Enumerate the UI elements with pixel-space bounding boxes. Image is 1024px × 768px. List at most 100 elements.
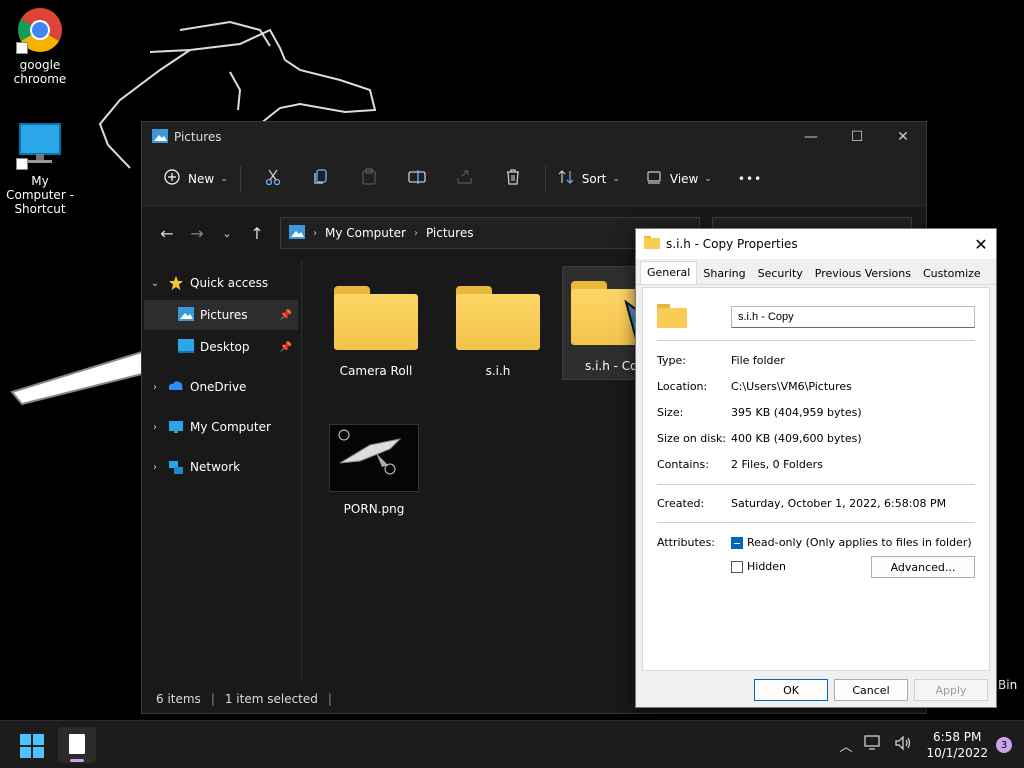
tab-customize[interactable]: Customize (917, 263, 987, 284)
cut-button[interactable] (249, 163, 297, 195)
size-on-disk-value: 400 KB (409,600 bytes) (731, 432, 862, 445)
status-divider: | (210, 692, 215, 706)
divider (657, 340, 975, 341)
trash-icon (504, 168, 522, 189)
pictures-folder-icon (289, 224, 305, 242)
nav-my-computer[interactable]: › My Computer (148, 412, 298, 442)
more-options-button[interactable]: ••• (734, 163, 766, 195)
back-button[interactable]: ← (152, 218, 182, 248)
view-button[interactable]: View ⌄ (642, 163, 716, 195)
tab-previous-versions[interactable]: Previous Versions (809, 263, 917, 284)
ok-button[interactable]: OK (754, 679, 828, 701)
pin-icon: 📌 (279, 341, 292, 353)
breadcrumb-pictures[interactable]: Pictures (426, 226, 474, 240)
rename-button[interactable] (393, 163, 441, 195)
created-value: Saturday, October 1, 2022, 6:58:08 PM (731, 497, 947, 510)
chevron-right-icon: › (153, 421, 157, 433)
chevron-right-icon: › (313, 227, 317, 239)
close-button[interactable]: ✕ (880, 122, 926, 152)
minimize-button[interactable]: — (788, 122, 834, 152)
folder-icon (657, 304, 687, 331)
nav-network[interactable]: › Network (148, 452, 298, 482)
taskbar-app-notepad[interactable] (58, 727, 96, 763)
toolbar-divider (544, 165, 546, 192)
nav-label: My Computer (190, 420, 271, 434)
window-title: Pictures (174, 130, 222, 144)
recycle-bin-label[interactable]: Bin (998, 678, 1017, 692)
general-tab-panel: Type: File folder Location: C:\Users\VM6… (642, 287, 990, 671)
explorer-titlebar[interactable]: Pictures — ☐ ✕ (142, 122, 926, 152)
desktop-icon-label: My Computer - Shortcut (6, 174, 74, 216)
tab-general[interactable]: General (640, 261, 698, 284)
hidden-checkbox[interactable]: Hidden (731, 560, 786, 573)
status-divider: | (327, 692, 332, 706)
dialog-titlebar[interactable]: s.i.h - Copy Properties ✕ (636, 229, 996, 259)
folder-icon (334, 286, 418, 350)
chevron-down-icon: ⌄ (704, 173, 712, 184)
nav-pictures[interactable]: Pictures 📌 (144, 300, 298, 330)
arrow-right-icon: → (190, 223, 204, 243)
copy-icon (312, 168, 330, 189)
notification-badge[interactable]: 3 (996, 737, 1012, 753)
desktop-folder-icon (178, 339, 194, 355)
sort-button[interactable]: Sort ⌄ (554, 163, 624, 195)
pin-icon: 📌 (279, 309, 292, 321)
file-name: s.i.h (485, 364, 511, 378)
clock-date: 10/1/2022 (926, 746, 988, 760)
clipboard-icon (360, 168, 378, 189)
arrow-up-icon: ↑ (250, 223, 264, 243)
selection-count: 1 item selected (224, 692, 318, 706)
chevron-right-icon: › (153, 381, 157, 393)
size-on-disk-label: Size on disk: (657, 432, 727, 445)
tab-sharing[interactable]: Sharing (697, 263, 751, 284)
breadcrumb-my-computer[interactable]: My Computer (325, 226, 406, 240)
properties-dialog: s.i.h - Copy Properties ✕ General Sharin… (635, 228, 997, 708)
pictures-folder-icon (152, 128, 168, 146)
readonly-label: Read-only (Only applies to files in fold… (747, 536, 972, 549)
file-item-camera-roll[interactable]: Camera Roll (323, 274, 429, 378)
copy-button[interactable] (297, 163, 345, 195)
start-button[interactable] (20, 734, 44, 758)
arrow-left-icon: ← (160, 223, 174, 243)
chrome-icon (16, 6, 64, 54)
cancel-button[interactable]: Cancel (834, 679, 908, 701)
nav-desktop[interactable]: Desktop 📌 (144, 332, 298, 362)
desktop-icon-chrome[interactable]: google chroome (0, 6, 80, 86)
folder-name-field[interactable] (731, 306, 975, 328)
maximize-button[interactable]: ☐ (834, 122, 880, 152)
size-value: 395 KB (404,959 bytes) (731, 406, 862, 419)
nav-quick-access[interactable]: ⌄ Quick access (148, 268, 298, 298)
file-name: PORN.png (343, 502, 405, 516)
paste-button[interactable] (345, 163, 393, 195)
type-value: File folder (731, 354, 785, 367)
new-button[interactable]: New ⌄ (160, 163, 232, 195)
forward-button[interactable]: → (182, 218, 212, 248)
network-status-icon[interactable] (864, 735, 882, 755)
desktop-icon-my-computer[interactable]: My Computer - Shortcut (0, 122, 80, 216)
readonly-checkbox[interactable]: Read-only (Only applies to files in fold… (731, 536, 972, 549)
type-label: Type: (657, 354, 686, 367)
dialog-close-button[interactable]: ✕ (966, 235, 996, 254)
recent-locations-button[interactable]: ⌄ (212, 218, 242, 248)
volume-icon[interactable] (894, 735, 912, 755)
tab-security[interactable]: Security (752, 263, 809, 284)
advanced-button[interactable]: Advanced... (871, 556, 975, 578)
delete-button[interactable] (489, 163, 537, 195)
clock[interactable]: 6:58 PM 10/1/2022 (926, 729, 988, 761)
hidden-label: Hidden (747, 560, 787, 573)
rename-icon (408, 168, 426, 189)
up-button[interactable]: ↑ (242, 218, 272, 248)
attributes-label: Attributes: (657, 536, 716, 549)
nav-label: Desktop (200, 340, 250, 354)
star-icon (168, 275, 184, 291)
file-item-png[interactable]: PORN.png (319, 424, 429, 534)
nav-onedrive[interactable]: › OneDrive (148, 372, 298, 402)
chevron-right-icon: › (153, 461, 157, 473)
chevron-right-icon: › (413, 227, 418, 239)
apply-button[interactable]: Apply (914, 679, 988, 701)
nav-label: Quick access (190, 276, 269, 290)
file-item-sih[interactable]: s.i.h (445, 274, 551, 378)
sort-icon (558, 169, 574, 188)
chevron-up-icon[interactable]: ︿ (839, 736, 852, 755)
share-button[interactable] (441, 163, 489, 195)
